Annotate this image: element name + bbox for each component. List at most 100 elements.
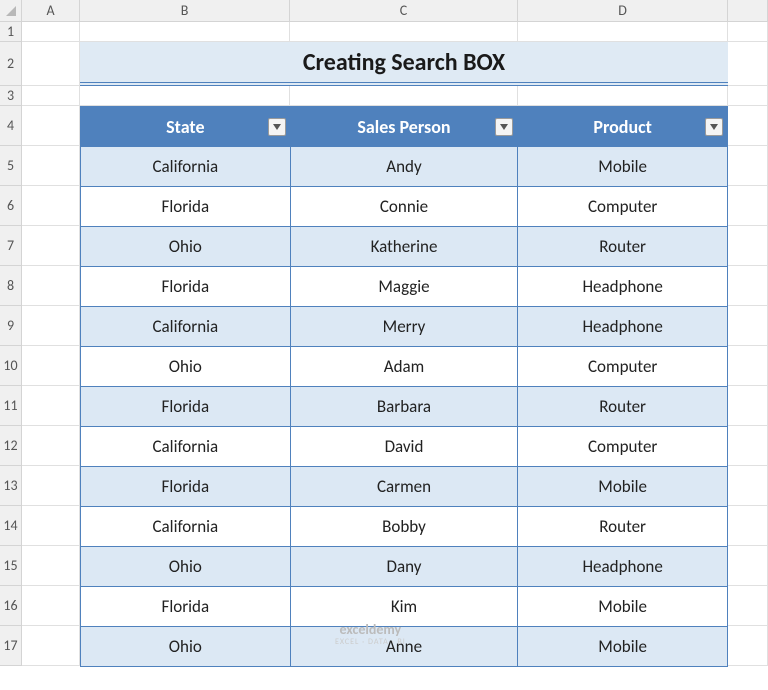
row-header-17[interactable]: 17 — [0, 626, 22, 666]
table-cell[interactable]: Router — [518, 507, 728, 547]
cell[interactable] — [22, 42, 80, 86]
table-cell[interactable]: Router — [518, 227, 728, 267]
cell[interactable] — [728, 426, 768, 466]
cell[interactable] — [22, 506, 80, 546]
row-header-6[interactable]: 6 — [0, 186, 22, 226]
row-header-15[interactable]: 15 — [0, 546, 22, 586]
table-cell[interactable]: Katherine — [291, 227, 519, 267]
cell[interactable] — [728, 22, 768, 42]
table-cell[interactable]: Headphone — [518, 267, 728, 307]
table-cell[interactable]: Andy — [291, 147, 519, 187]
cell[interactable] — [22, 22, 80, 42]
table-cell[interactable]: California — [81, 507, 291, 547]
cell[interactable] — [22, 546, 80, 586]
table-cell[interactable]: California — [81, 147, 291, 187]
cell[interactable] — [728, 306, 768, 346]
col-header-D[interactable]: D — [518, 0, 728, 22]
row-header-3[interactable]: 3 — [0, 86, 22, 106]
cell[interactable] — [728, 146, 768, 186]
cell[interactable] — [290, 22, 518, 42]
table-cell[interactable]: Florida — [81, 187, 291, 227]
table-cell[interactable]: Carmen — [291, 467, 519, 507]
table-cell[interactable]: Florida — [81, 587, 291, 627]
cell[interactable] — [728, 42, 768, 86]
col-header-B[interactable]: B — [80, 0, 290, 22]
table-cell[interactable]: Florida — [81, 467, 291, 507]
cell[interactable] — [728, 386, 768, 426]
cell[interactable] — [728, 106, 768, 146]
table-cell[interactable]: David — [291, 427, 519, 467]
table-cell[interactable]: Connie — [291, 187, 519, 227]
header-state[interactable]: State — [81, 107, 291, 147]
col-header-A[interactable]: A — [22, 0, 80, 22]
table-cell[interactable]: Headphone — [518, 547, 728, 587]
cell[interactable] — [728, 506, 768, 546]
col-header-C[interactable]: C — [290, 0, 518, 22]
row-header-1[interactable]: 1 — [0, 22, 22, 42]
table-cell[interactable]: Dany — [291, 547, 519, 587]
table-cell[interactable]: Ohio — [81, 227, 291, 267]
table-cell[interactable]: Computer — [518, 427, 728, 467]
cell[interactable] — [518, 86, 728, 106]
table-cell[interactable]: Computer — [518, 347, 728, 387]
cell[interactable] — [22, 626, 80, 666]
row-header-9[interactable]: 9 — [0, 306, 22, 346]
table-cell[interactable]: Mobile — [518, 627, 728, 667]
row-header-11[interactable]: 11 — [0, 386, 22, 426]
table-cell[interactable]: Adam — [291, 347, 519, 387]
cell[interactable] — [728, 346, 768, 386]
table-cell[interactable]: Mobile — [518, 587, 728, 627]
table-cell[interactable]: Merry — [291, 307, 519, 347]
cell[interactable] — [22, 386, 80, 426]
row-header-4[interactable]: 4 — [0, 106, 22, 146]
filter-button-product[interactable] — [705, 118, 723, 136]
cell[interactable] — [728, 266, 768, 306]
row-header-12[interactable]: 12 — [0, 426, 22, 466]
cell[interactable] — [728, 186, 768, 226]
cell[interactable] — [22, 86, 80, 106]
cell[interactable] — [728, 466, 768, 506]
table-cell[interactable]: Florida — [81, 267, 291, 307]
cell[interactable] — [728, 226, 768, 266]
table-cell[interactable]: Maggie — [291, 267, 519, 307]
header-sales-person[interactable]: Sales Person — [291, 107, 519, 147]
cell[interactable] — [22, 466, 80, 506]
cell[interactable] — [22, 226, 80, 266]
table-cell[interactable]: California — [81, 427, 291, 467]
cell[interactable] — [728, 546, 768, 586]
table-cell[interactable]: Mobile — [518, 467, 728, 507]
row-header-5[interactable]: 5 — [0, 146, 22, 186]
table-cell[interactable]: Kim — [291, 587, 519, 627]
table-cell[interactable]: Ohio — [81, 627, 291, 667]
row-header-16[interactable]: 16 — [0, 586, 22, 626]
row-header-14[interactable]: 14 — [0, 506, 22, 546]
table-cell[interactable]: Ohio — [81, 347, 291, 387]
cell[interactable] — [290, 86, 518, 106]
cell[interactable] — [22, 146, 80, 186]
table-cell[interactable]: Florida — [81, 387, 291, 427]
row-header-2[interactable]: 2 — [0, 42, 22, 86]
table-cell[interactable]: Router — [518, 387, 728, 427]
cell[interactable] — [22, 106, 80, 146]
cell[interactable] — [728, 626, 768, 666]
cell[interactable] — [728, 586, 768, 626]
table-cell[interactable]: Mobile — [518, 147, 728, 187]
filter-button-sales-person[interactable] — [495, 118, 513, 136]
cell[interactable] — [22, 346, 80, 386]
cell[interactable] — [518, 22, 728, 42]
table-cell[interactable]: Barbara — [291, 387, 519, 427]
cell[interactable] — [22, 306, 80, 346]
row-header-8[interactable]: 8 — [0, 266, 22, 306]
table-cell[interactable]: Anne — [291, 627, 519, 667]
header-product[interactable]: Product — [518, 107, 728, 147]
table-cell[interactable]: Computer — [518, 187, 728, 227]
cell[interactable] — [728, 86, 768, 106]
cell[interactable] — [22, 426, 80, 466]
table-cell[interactable]: Bobby — [291, 507, 519, 547]
cell[interactable] — [22, 186, 80, 226]
row-header-10[interactable]: 10 — [0, 346, 22, 386]
select-all-corner[interactable] — [0, 0, 22, 22]
cell[interactable] — [22, 266, 80, 306]
cell[interactable] — [22, 586, 80, 626]
table-cell[interactable]: Ohio — [81, 547, 291, 587]
